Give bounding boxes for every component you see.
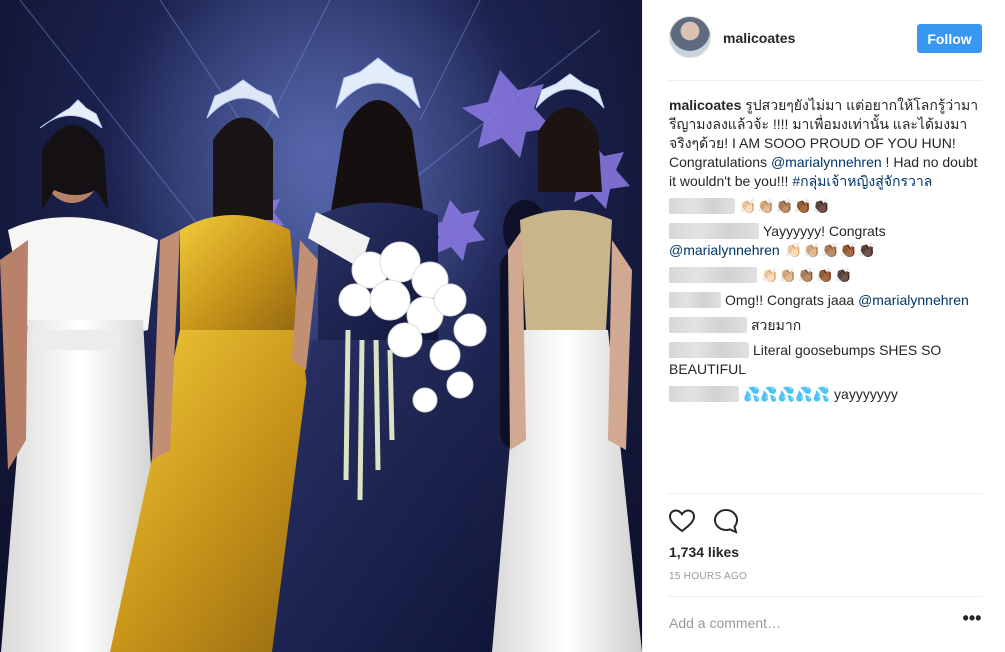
comment-text: Omg!! Congrats jaaa	[725, 292, 859, 308]
caption: malicoates รูปสวยๆยังไม่มา แต่อยากให้โลก…	[669, 96, 985, 191]
redacted-username	[669, 223, 759, 239]
comment-mention[interactable]: @marialynnehren	[858, 292, 969, 308]
redacted-username	[669, 198, 735, 214]
comment-text: 👏🏻👏🏼👏🏽👏🏾👏🏿	[761, 267, 854, 283]
comment-emoji: 👏🏻👏🏼👏🏽👏🏾👏🏿	[779, 242, 877, 258]
comment-text: 💦💦💦💦💦 yayyyyyyy	[743, 386, 898, 402]
post-photo[interactable]	[0, 0, 642, 652]
heart-icon[interactable]	[667, 506, 697, 536]
redacted-username	[669, 386, 739, 402]
redacted-username	[669, 317, 747, 333]
comment-item: 👏🏻👏🏼👏🏽👏🏾👏🏿	[669, 266, 985, 285]
comment-text: สวยมาก	[751, 317, 802, 333]
comment-box-divider	[667, 596, 982, 597]
caption-username[interactable]: malicoates	[669, 97, 741, 113]
caption-mention[interactable]: @marialynnehren	[771, 154, 882, 170]
follow-button[interactable]: Follow	[917, 24, 982, 53]
redacted-username	[669, 292, 721, 308]
comment-text: Yayyyyyy! Congrats	[763, 223, 886, 239]
comment-item: Literal goosebumps SHES SO BEAUTIFUL	[669, 341, 985, 379]
avatar[interactable]	[669, 16, 711, 58]
comment-text: 👏🏻👏🏼👏🏽👏🏾👏🏿	[739, 198, 832, 214]
comment-item: Yayyyyyy! Congrats @marialynnehren 👏🏻👏🏼👏…	[669, 222, 985, 260]
likes-count[interactable]: 1,734 likes	[669, 544, 739, 560]
redacted-username	[669, 267, 757, 283]
comment-item: 👏🏻👏🏼👏🏽👏🏾👏🏿	[669, 197, 985, 216]
comment-item: สวยมาก	[669, 316, 985, 335]
post-header: malicoates Follow	[643, 0, 1005, 80]
header-username[interactable]: malicoates	[723, 30, 795, 46]
post-sidebar: malicoates Follow malicoates รูปสวยๆยังไ…	[642, 0, 1005, 652]
post-photo-illustration	[0, 0, 642, 652]
comments-list: malicoates รูปสวยๆยังไม่มา แต่อยากให้โลก…	[669, 96, 985, 404]
add-comment-input[interactable]	[669, 612, 939, 634]
redacted-username	[669, 342, 749, 358]
post-timestamp[interactable]: 15 HOURS AGO	[669, 571, 747, 582]
comment-icon[interactable]	[711, 506, 741, 536]
header-divider	[667, 80, 982, 81]
more-options-icon[interactable]: •••	[961, 609, 983, 632]
comment-item: 💦💦💦💦💦 yayyyyyyy	[669, 385, 985, 404]
comment-mention[interactable]: @marialynnehren	[669, 242, 780, 258]
caption-hashtag[interactable]: #กลุ่มเจ้าหญิงสู่จักรวาล	[792, 173, 932, 189]
post-actions	[667, 506, 982, 536]
comments-divider	[667, 493, 982, 494]
comment-item: Omg!! Congrats jaaa @marialynnehren	[669, 291, 985, 310]
